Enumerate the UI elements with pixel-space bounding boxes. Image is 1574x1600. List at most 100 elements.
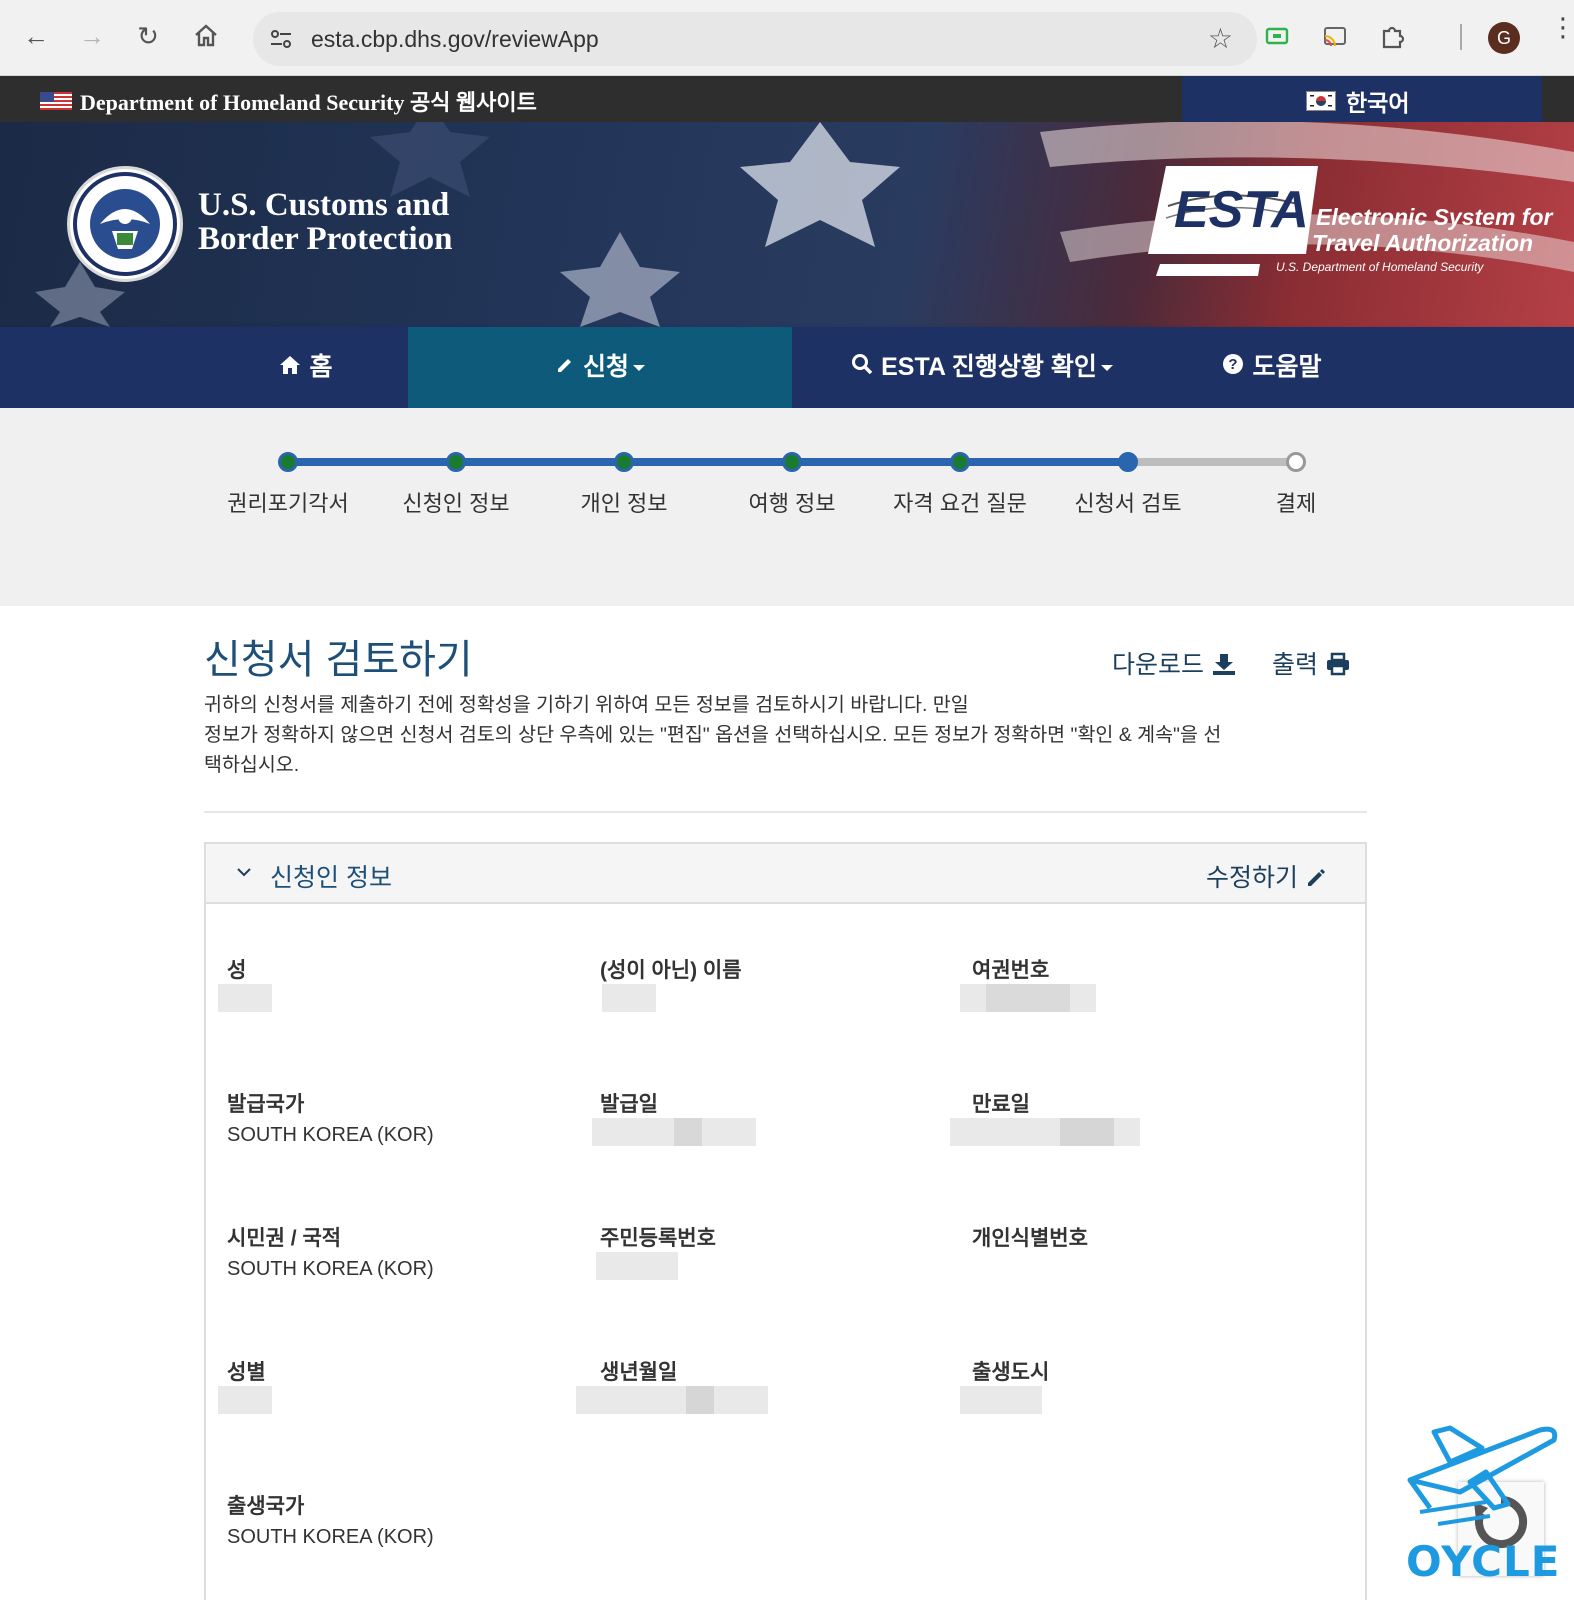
- address-bar[interactable]: esta.cbp.dhs.gov/reviewApp ☆: [253, 12, 1257, 66]
- browser-menu-icon[interactable]: ⋮: [1550, 14, 1574, 40]
- field-label: 주민등록번호: [600, 1227, 716, 1250]
- forward-arrow-icon[interactable]: →: [76, 20, 108, 52]
- back-arrow-icon[interactable]: ←: [20, 20, 52, 52]
- field-label: 출생도시: [972, 1361, 1050, 1384]
- redacted-value: [596, 1252, 678, 1280]
- nav-apply-label[interactable]: 신청: [583, 353, 629, 381]
- pencil-icon: [1305, 864, 1327, 892]
- watermark-text: OYCLE: [1406, 1537, 1561, 1586]
- nav-home-label[interactable]: 홈: [309, 353, 332, 381]
- esta-line-2: Travel Authorization: [1312, 230, 1534, 256]
- chevron-down-icon[interactable]: [236, 862, 252, 883]
- chevron-down-icon: [1100, 365, 1113, 372]
- toolbar-separator: [1460, 24, 1462, 50]
- nav-apply[interactable]: 신청: [408, 327, 792, 408]
- step-label-eligibility: 자격 요건 질문: [893, 491, 1027, 516]
- browser-toolbar: ← → ↻ esta.cbp.dhs.gov/reviewApp ☆ G ⋮: [0, 0, 1574, 76]
- redacted-value: [576, 1386, 768, 1414]
- intro-line-1: 귀하의 신청서를 제출하기 전에 정확성을 기하기 위하여 모든 정보를 검토하…: [204, 694, 969, 716]
- progress-line-done: [288, 458, 1128, 466]
- dhs-official-bar: Department of Homeland Security 공식 웹사이트 …: [0, 76, 1574, 122]
- redacted-value: [960, 1386, 1042, 1414]
- field-label: 시민권 / 국적: [227, 1227, 342, 1250]
- field-label: 발급국가: [227, 1093, 305, 1116]
- field-personal-id: 개인식별번호: [972, 1222, 1332, 1288]
- site-info-icon[interactable]: [267, 25, 295, 53]
- house-icon: [279, 327, 301, 408]
- korea-flag-icon: [1306, 91, 1336, 111]
- field-gender: 성별: [227, 1356, 587, 1422]
- download-icon: [1211, 651, 1237, 679]
- main-navigation: 홈 신청 ESTA 진행상황 확인 ? 도움말: [0, 327, 1574, 408]
- intro-line-3: 택하십시오.: [204, 754, 300, 776]
- dhs-seal-logo: [67, 166, 183, 282]
- nav-help[interactable]: ? 도움말: [1172, 327, 1372, 408]
- field-label: 출생국가: [227, 1495, 305, 1518]
- intro-line-2: 정보가 정확하지 않으면 신청서 검토의 상단 우측에 있는 "편집" 옵션을 …: [204, 724, 1222, 746]
- esta-line-1: Electronic System for: [1316, 204, 1553, 230]
- reload-icon[interactable]: ↻: [132, 20, 164, 52]
- progress-step-dot: [950, 452, 970, 472]
- cast-icon[interactable]: [1320, 22, 1350, 52]
- panel-title[interactable]: 신청인 정보: [270, 858, 392, 894]
- step-label-travel: 여행 정보: [748, 491, 836, 516]
- url-text[interactable]: esta.cbp.dhs.gov/reviewApp: [311, 26, 599, 53]
- esta-word: ESTA: [1174, 181, 1309, 239]
- progress-step-dot: [446, 452, 466, 472]
- progress-line-pending: [1128, 458, 1296, 466]
- question-circle-icon: ?: [1222, 327, 1244, 408]
- nav-help-label[interactable]: 도움말: [1252, 353, 1321, 381]
- download-label[interactable]: 다운로드: [1112, 651, 1204, 679]
- redacted-value: [602, 984, 656, 1012]
- bookmark-star-icon[interactable]: ☆: [1208, 22, 1233, 55]
- home-icon[interactable]: [190, 20, 222, 52]
- page-title: 신청서 검토하기: [204, 638, 473, 682]
- field-label: 생년월일: [600, 1361, 678, 1384]
- nav-status[interactable]: ESTA 진행상황 확인: [792, 327, 1172, 408]
- nav-home[interactable]: 홈: [204, 327, 408, 408]
- step-label-personal: 개인 정보: [580, 491, 668, 516]
- printer-icon: [1325, 651, 1351, 679]
- field-value: [227, 990, 587, 1020]
- field-issuing-country: 발급국가 SOUTH KOREA (KOR): [227, 1088, 587, 1154]
- chevron-down-icon: [633, 365, 645, 372]
- applicant-info-panel: 신청인 정보 수정하기 성 (성이 아닌) 이름 여권번호 발급국가 SOUTH…: [204, 842, 1367, 1600]
- print-button[interactable]: 출력: [1272, 645, 1351, 681]
- extensions-puzzle-icon[interactable]: [1378, 22, 1408, 52]
- edit-button[interactable]: 수정하기: [1206, 858, 1327, 894]
- nav-status-label[interactable]: ESTA 진행상황 확인: [881, 353, 1097, 381]
- language-label[interactable]: 한국어: [1346, 84, 1409, 118]
- field-birth-country: 출생국가 SOUTH KOREA (KOR): [227, 1490, 587, 1556]
- field-label: 만료일: [972, 1093, 1030, 1116]
- review-instructions: 귀하의 신청서를 제출하기 전에 정확성을 기하기 위하여 모든 정보를 검토하…: [204, 690, 1376, 780]
- agency-line-1: U.S. Customs and: [198, 187, 450, 223]
- field-label: (성이 아닌) 이름: [600, 959, 742, 982]
- edit-label[interactable]: 수정하기: [1206, 864, 1298, 892]
- field-value: [227, 1392, 587, 1422]
- field-label: 여권번호: [972, 959, 1050, 982]
- field-value: [972, 1258, 1332, 1288]
- profile-avatar[interactable]: G: [1488, 22, 1520, 54]
- step-label-payment: 결제: [1275, 491, 1317, 516]
- field-label: 개인식별번호: [972, 1227, 1088, 1250]
- download-button[interactable]: 다운로드: [1112, 645, 1237, 681]
- field-label: 성별: [227, 1361, 266, 1384]
- step-label-applicant: 신청인 정보: [402, 491, 510, 516]
- progress-step-dot: [278, 452, 298, 472]
- progress-step-dot: [614, 452, 634, 472]
- step-label-waiver: 권리포기각서: [227, 491, 349, 516]
- progress-step-dot-current: [1118, 452, 1138, 472]
- panel-header[interactable]: 신청인 정보 수정하기: [206, 844, 1365, 904]
- progress-step-dot-pending: [1286, 452, 1306, 472]
- language-selector[interactable]: 한국어: [1182, 76, 1542, 122]
- divider: [204, 811, 1367, 813]
- cbp-agency-title: U.S. Customs and Border Protection: [198, 188, 452, 256]
- airplane-logo: [1407, 1425, 1558, 1526]
- extension-screen-icon[interactable]: [1262, 22, 1292, 52]
- us-flag-icon: [40, 92, 72, 110]
- esta-logo: ESTA Electronic System for Travel Author…: [1148, 166, 1552, 286]
- redacted-value: [592, 1118, 756, 1146]
- field-value: SOUTH KOREA (KOR): [227, 1526, 434, 1548]
- print-label[interactable]: 출력: [1272, 651, 1318, 679]
- field-label: 성: [227, 959, 247, 982]
